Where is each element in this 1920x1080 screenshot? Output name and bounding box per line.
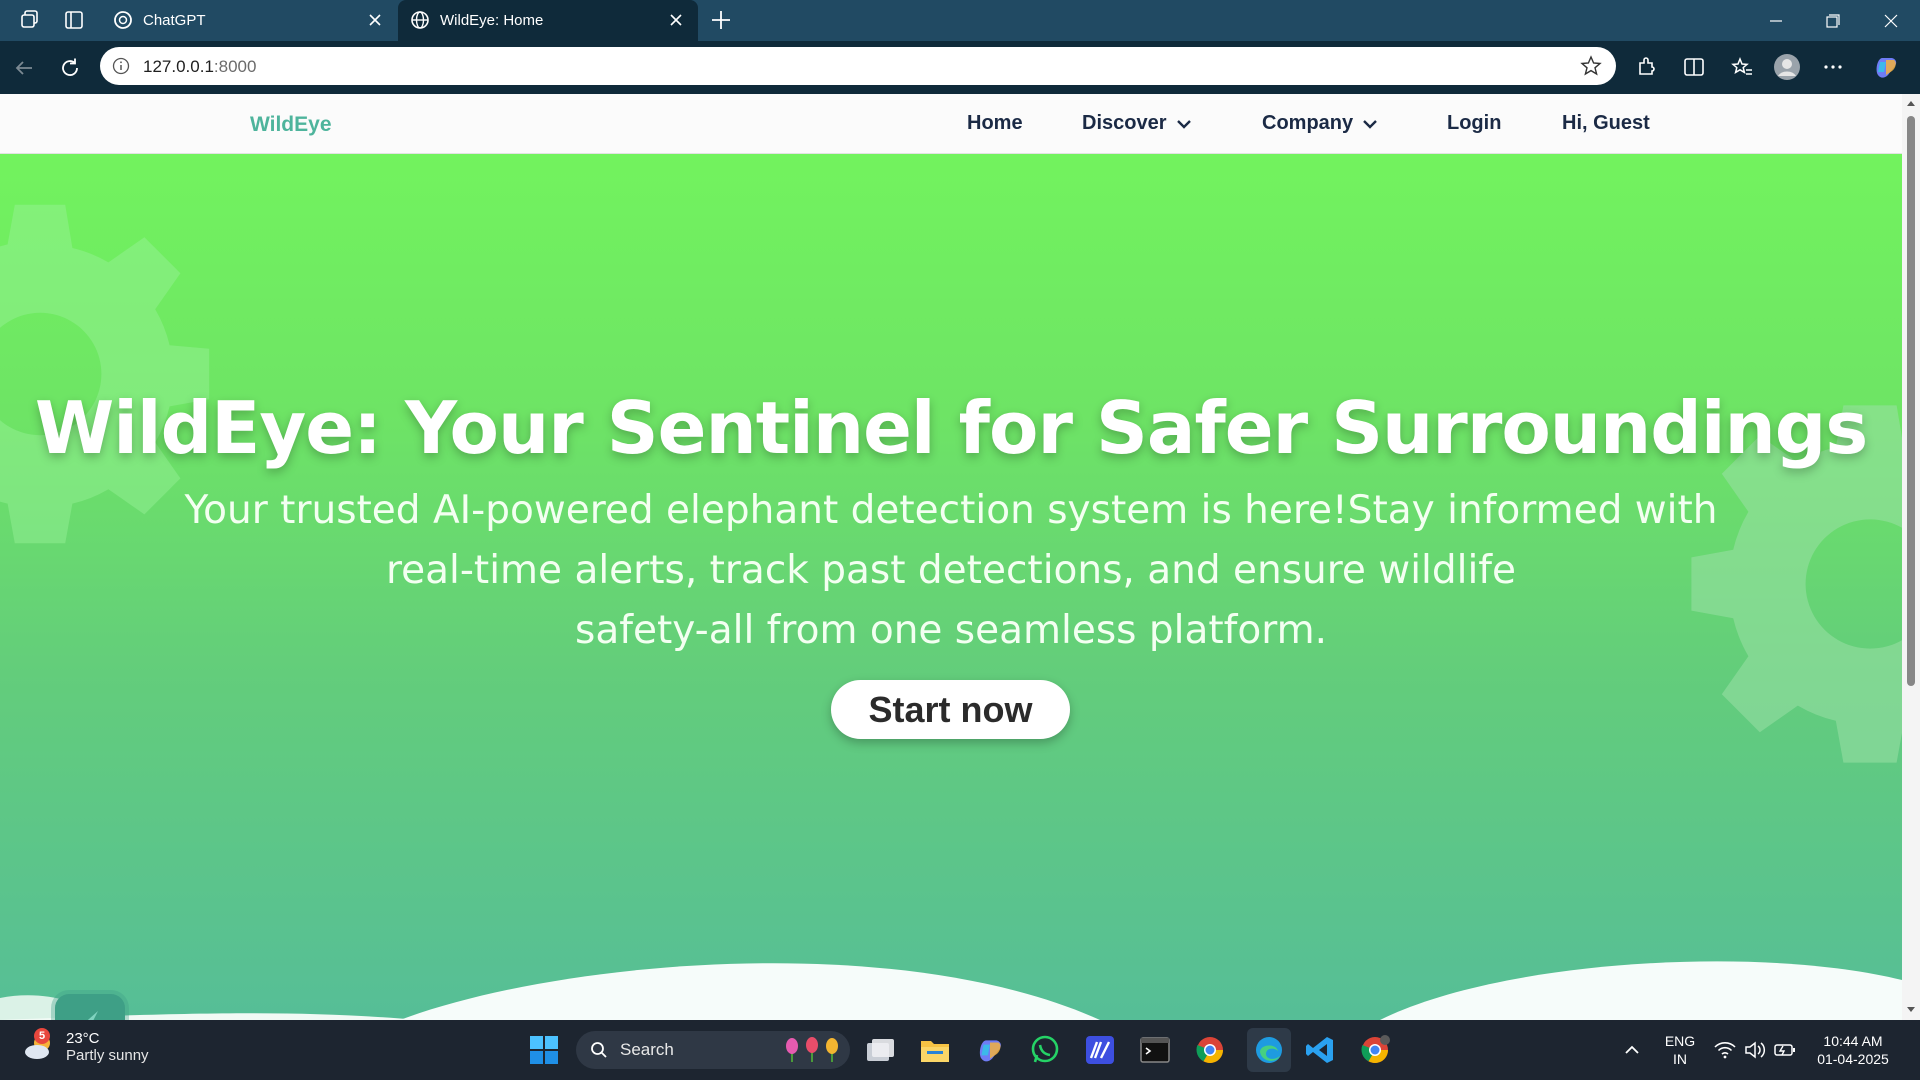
nav-company[interactable]: Company xyxy=(1262,112,1379,135)
weather-temp: 23°C xyxy=(66,1030,100,1047)
chevron-down-icon xyxy=(1176,119,1191,129)
site-navbar: WildEye Home Discover Company Login Hi, … xyxy=(0,94,1902,154)
battery-icon[interactable] xyxy=(1770,1032,1800,1068)
chevron-down-icon xyxy=(1363,119,1377,129)
nav-home[interactable]: Home xyxy=(967,112,1023,135)
url-text: 127.0.0.1:8000 xyxy=(143,57,257,76)
weather-icon: 5 xyxy=(22,1028,56,1064)
restore-icon[interactable] xyxy=(1813,8,1853,34)
search-placeholder: Search xyxy=(620,1040,674,1059)
workspaces-icon[interactable] xyxy=(18,8,42,32)
start-now-button[interactable]: Start now xyxy=(831,680,1070,739)
hero-subtitle-line: real-time alerts, track past detections,… xyxy=(385,548,1517,593)
back-icon[interactable] xyxy=(10,54,38,82)
nav-discover[interactable]: Discover xyxy=(1082,112,1193,135)
site-logo[interactable]: WildEye xyxy=(250,113,332,137)
favorite-star-icon[interactable] xyxy=(1580,55,1602,77)
minimize-icon[interactable] xyxy=(1756,8,1796,34)
weather-condition: Partly sunny xyxy=(66,1047,149,1064)
chat-widget-button[interactable] xyxy=(55,994,125,1020)
wifi-icon[interactable] xyxy=(1710,1032,1740,1068)
favorites-icon[interactable] xyxy=(1728,53,1756,81)
page-scrollbar[interactable] xyxy=(1902,94,1920,1020)
scrollbar-thumb[interactable] xyxy=(1907,116,1915,686)
language-code: ENG xyxy=(1664,1033,1696,1049)
tab-label: ChatGPT xyxy=(143,12,206,29)
tulips-icon xyxy=(786,1037,838,1062)
windows-taskbar: 5 23°C Partly sunny Search ENG IN 10:44 … xyxy=(0,1020,1920,1080)
extensions-icon[interactable] xyxy=(1633,53,1661,81)
whatsapp-icon[interactable] xyxy=(1027,1032,1063,1068)
address-bar-row: 127.0.0.1:8000 xyxy=(0,41,1920,94)
refresh-icon[interactable] xyxy=(56,54,84,82)
scroll-down-icon[interactable] xyxy=(1906,1006,1916,1014)
chrome-icon[interactable] xyxy=(1192,1032,1228,1068)
nav-login[interactable]: Login xyxy=(1447,112,1501,135)
clock-date: 01-04-2025 xyxy=(1817,1051,1889,1067)
clock[interactable]: 10:44 AM 01-04-2025 xyxy=(1808,1032,1898,1068)
terminal-icon[interactable] xyxy=(1137,1032,1173,1068)
nav-greeting: Hi, Guest xyxy=(1562,112,1650,134)
lightning-icon xyxy=(87,1011,98,1020)
web-page: WildEye Home Discover Company Login Hi, … xyxy=(0,94,1902,1020)
tab-chatgpt[interactable]: ChatGPT xyxy=(101,0,397,41)
hero-section: WildEye: Your Sentinel for Safer Surroun… xyxy=(0,154,1902,1020)
weather-badge: 5 xyxy=(34,1028,50,1044)
close-window-icon[interactable] xyxy=(1871,8,1911,34)
url-field[interactable]: 127.0.0.1:8000 xyxy=(100,47,1616,85)
language-indicator[interactable]: ENG IN xyxy=(1662,1032,1698,1068)
chatgpt-icon xyxy=(114,11,132,29)
close-tab-icon[interactable] xyxy=(666,10,686,30)
hero-subtitle-line: safety-all from one seamless platform. xyxy=(575,608,1327,653)
profile-avatar-icon[interactable] xyxy=(1773,53,1801,81)
volume-icon[interactable] xyxy=(1740,1032,1770,1068)
search-icon xyxy=(591,1042,607,1058)
task-view-icon[interactable] xyxy=(862,1032,898,1068)
split-screen-icon[interactable] xyxy=(1680,53,1708,81)
clock-time: 10:44 AM xyxy=(1823,1033,1883,1049)
hero-title: WildEye: Your Sentinel for Safer Surroun… xyxy=(34,386,1868,470)
hero-subtitle: Your trusted AI-powered elephant detecti… xyxy=(150,481,1752,661)
wave-divider xyxy=(0,961,1902,1020)
globe-icon xyxy=(411,11,429,29)
vscode-icon[interactable] xyxy=(1302,1032,1338,1068)
scroll-up-icon[interactable] xyxy=(1906,99,1916,107)
hero-subtitle-line: Your trusted AI-powered elephant detecti… xyxy=(184,488,1718,533)
tab-label: WildEye: Home xyxy=(440,12,544,29)
site-info-icon[interactable] xyxy=(112,57,130,75)
file-explorer-icon[interactable] xyxy=(917,1032,953,1068)
start-button-icon[interactable] xyxy=(526,1032,562,1068)
chevron-up-icon[interactable] xyxy=(1614,1032,1650,1068)
close-tab-icon[interactable] xyxy=(365,10,385,30)
mathpix-icon[interactable] xyxy=(1082,1032,1118,1068)
new-tab-icon[interactable] xyxy=(708,7,734,33)
copilot-icon[interactable] xyxy=(1872,53,1900,81)
taskbar-search[interactable]: Search xyxy=(576,1031,850,1069)
weather-widget[interactable]: 5 23°C Partly sunny xyxy=(22,1028,149,1064)
region-code: IN xyxy=(1673,1051,1687,1067)
more-options-icon[interactable] xyxy=(1819,53,1847,81)
copilot-app-icon[interactable] xyxy=(972,1032,1008,1068)
chrome-profile-icon[interactable] xyxy=(1357,1032,1393,1068)
vertical-tabs-icon[interactable] xyxy=(62,8,86,32)
edge-icon[interactable] xyxy=(1247,1028,1291,1072)
browser-tab-bar: ChatGPT WildEye: Home xyxy=(0,0,1920,41)
tab-wildeye[interactable]: WildEye: Home xyxy=(398,0,698,41)
